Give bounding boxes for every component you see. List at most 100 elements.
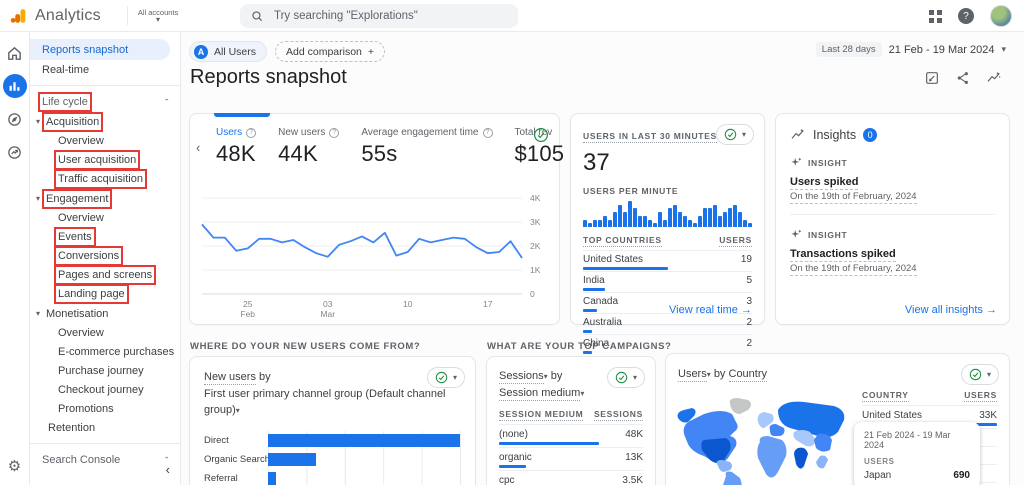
table-row[interactable]: organic 13K	[499, 447, 643, 470]
avatar[interactable]	[990, 5, 1012, 27]
sidebar-item-realtime[interactable]: Real-time	[30, 60, 180, 79]
sidebar-item-monetisation-overview[interactable]: Overview	[30, 323, 180, 342]
table-row[interactable]: cpc 3.5K	[499, 470, 643, 485]
data-quality-dropdown[interactable]: ▾	[715, 124, 754, 145]
insight-sparkle-icon	[791, 229, 802, 238]
users-per-minute-chart	[583, 201, 752, 227]
scroll-metrics-left-icon[interactable]: ‹	[196, 140, 200, 155]
reports-icon[interactable]	[2, 74, 27, 98]
help-icon[interactable]: ?	[958, 8, 974, 24]
expand-triangle-icon[interactable]: ▾	[36, 117, 40, 126]
chevron-up-icon[interactable]: ⌃	[163, 98, 170, 105]
sidebar-item-reports-snapshot[interactable]: Reports snapshot	[30, 39, 170, 60]
caret-down-icon: ▾	[741, 130, 746, 139]
sidebar-item-ecommerce-purchases[interactable]: E-commerce purchases	[30, 342, 180, 361]
explore-icon[interactable]	[3, 107, 27, 131]
metric-picker[interactable]: Users▾	[678, 368, 711, 382]
metric-help-icon[interactable]: ?	[329, 127, 340, 138]
sidebar-item-promotions[interactable]: Promotions	[30, 399, 180, 418]
sidebar-item-pages-and-screens[interactable]: Pages and screens	[30, 264, 180, 285]
insights-spark-icon	[791, 129, 804, 139]
dimension-picker[interactable]: First user primary channel group (Defaul…	[204, 388, 446, 417]
data-quality-dropdown[interactable]: ▾	[960, 364, 999, 385]
insights-card: Insights 0 INSIGHT Users spiked On the 1…	[775, 113, 1010, 325]
metric-new-users[interactable]: New users? 44K	[278, 127, 340, 167]
arrow-right-icon: →	[986, 304, 997, 316]
caret-down-icon: ▾	[1001, 44, 1006, 54]
home-icon[interactable]	[3, 41, 27, 65]
data-quality-dropdown[interactable]: ▾	[606, 367, 645, 388]
sidebar-item-conversions[interactable]: Conversions	[30, 245, 180, 266]
caret-down-icon: ▾	[580, 388, 585, 398]
data-quality-check-icon[interactable]	[533, 127, 549, 148]
dimension-picker[interactable]: Country	[728, 368, 768, 382]
realtime-users-value: 37	[583, 149, 610, 176]
apps-grid-icon[interactable]	[929, 9, 942, 23]
sidebar-group-acquisition[interactable]: ▾ Acquisition	[30, 111, 180, 132]
users-per-minute-label: USERS PER MINUTE	[583, 186, 679, 196]
sidebar-item-user-acquisition[interactable]: User acquisition	[30, 149, 180, 170]
sidebar-item-events[interactable]: Events	[30, 226, 180, 247]
date-range-picker[interactable]: Last 28 days 21 Feb - 19 Mar 2024 ▾	[815, 42, 1006, 57]
product-name: Analytics	[35, 6, 101, 24]
app-logo[interactable]: Analytics	[0, 7, 101, 25]
sidebar-item-retention[interactable]: Retention	[30, 418, 180, 437]
sidebar-item-traffic-acquisition[interactable]: Traffic acquisition	[30, 168, 180, 189]
analytics-logo-icon	[10, 8, 26, 23]
date-preset-badge: Last 28 days	[815, 42, 882, 57]
sidebar-item-purchase-journey[interactable]: Purchase journey	[30, 361, 180, 380]
account-switcher[interactable]: All accounts ▾	[126, 6, 188, 25]
table-row[interactable]: United States 19	[583, 250, 752, 271]
insights-icon[interactable]	[986, 70, 1002, 86]
audience-chip[interactable]: A All Users	[189, 41, 268, 62]
report-nav-sidebar: Reports snapshot Real-time Life cycle ⌃ …	[30, 32, 181, 485]
caret-down-icon: ▾	[156, 15, 161, 24]
table-row[interactable]: India 5	[583, 271, 752, 292]
customize-report-icon[interactable]	[924, 70, 940, 86]
expand-triangle-icon[interactable]: ▾	[36, 309, 40, 318]
check-circle-icon	[435, 371, 448, 384]
sidebar-section-search-console[interactable]: Search Console ⌃	[30, 450, 180, 469]
caret-down-icon: ▾	[452, 373, 457, 382]
view-all-insights-link[interactable]: View all insights →	[905, 304, 997, 316]
realtime-card: USERS IN LAST 30 MINUTES ▾ 37 USERS PER …	[570, 113, 765, 354]
sidebar-item-engagement-overview[interactable]: Overview	[30, 208, 180, 227]
advertising-icon[interactable]	[3, 140, 27, 164]
sidebar-item-landing-page[interactable]: Landing page	[30, 283, 180, 304]
check-circle-icon	[724, 128, 737, 141]
sidebar-item-acquisition-overview[interactable]: Overview	[30, 131, 180, 150]
arrow-right-icon: →	[741, 304, 752, 316]
insight-item[interactable]: INSIGHT Transactions spiked On the 19th …	[790, 228, 995, 276]
svg-text:03: 03	[323, 299, 333, 309]
add-comparison-button[interactable]: Add comparison +	[275, 41, 386, 62]
share-icon[interactable]	[955, 70, 971, 86]
dimension-picker[interactable]: Session medium▾	[499, 386, 585, 401]
nav-rail: ⚙	[0, 32, 30, 485]
search-input[interactable]	[274, 10, 508, 22]
divider	[790, 214, 995, 215]
table-row[interactable]: (none) 48K	[499, 424, 643, 447]
expand-triangle-icon[interactable]: ▾	[36, 194, 40, 203]
admin-gear-icon[interactable]: ⚙	[8, 457, 21, 475]
metric-picker[interactable]: Sessions▾	[499, 370, 548, 384]
view-real-time-link[interactable]: View real time →	[669, 304, 752, 316]
collapse-sidebar-icon[interactable]: ‹	[166, 462, 170, 477]
sidebar-section-life-cycle[interactable]: Life cycle ⌃	[30, 91, 180, 112]
section-heading-campaigns: WHAT ARE YOUR TOP CAMPAIGNS?	[487, 341, 672, 352]
metric-help-icon[interactable]: ?	[482, 127, 493, 138]
metric-avg-engagement-time[interactable]: Average engagement time? 55s	[361, 127, 493, 167]
metric-users[interactable]: Users? 48K	[216, 127, 257, 167]
insights-title: Insights	[813, 128, 857, 142]
insight-item[interactable]: INSIGHT Users spiked On the 19th of Febr…	[790, 156, 995, 204]
metric-help-icon[interactable]: ?	[246, 127, 257, 138]
table-row[interactable]: Australia 2	[583, 313, 752, 334]
sidebar-item-checkout-journey[interactable]: Checkout journey	[30, 380, 180, 399]
sidebar-group-monetisation[interactable]: ▾ Monetisation	[30, 304, 180, 323]
svg-text:10: 10	[403, 299, 413, 309]
world-map	[677, 398, 845, 485]
scroll-metrics-right-icon[interactable]: ›	[523, 140, 527, 155]
data-quality-dropdown[interactable]: ▾	[426, 367, 465, 388]
global-search[interactable]	[240, 4, 518, 28]
svg-text:17: 17	[483, 299, 493, 309]
sidebar-group-engagement[interactable]: ▾ Engagement	[30, 188, 180, 209]
